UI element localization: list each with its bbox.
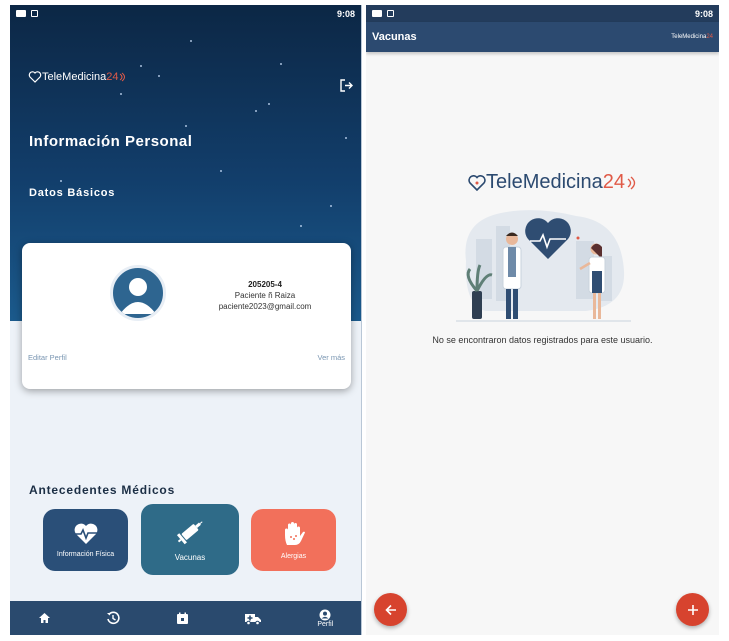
- section-title: Datos Básicos: [29, 187, 116, 199]
- logout-button[interactable]: [340, 79, 353, 97]
- physical-info-button[interactable]: Información Física: [43, 509, 128, 571]
- nav-ambulance[interactable]: [244, 612, 262, 625]
- ambulance-icon: [244, 613, 261, 625]
- see-more-link[interactable]: Ver más: [317, 353, 345, 362]
- status-time: 9:08: [694, 8, 713, 19]
- logout-icon: [340, 79, 353, 92]
- telemedicina-logo: TeleMedicina 24: [671, 34, 713, 40]
- nav-profile[interactable]: Perfil: [317, 609, 333, 628]
- telemedicina-logo-large: TeleMedicina 24: [468, 171, 639, 194]
- syringe-icon: [176, 521, 203, 545]
- allergy-hand-icon: [284, 521, 305, 545]
- screen-title: Vacunas: [372, 31, 417, 43]
- nav-history[interactable]: [106, 611, 120, 625]
- heart-stethoscope-icon: [28, 71, 42, 83]
- vaccines-button[interactable]: Vacunas: [141, 504, 239, 575]
- heart-stethoscope-icon: [468, 174, 486, 191]
- nav-home[interactable]: [38, 612, 51, 624]
- patient-id: 205205-4: [248, 280, 282, 289]
- page-title: Información Personal: [29, 133, 193, 150]
- heart-pulse-icon: [74, 523, 97, 544]
- vaccines-screen: 9:08 Vacunas TeleMedicina 24 TeleMedicina…: [366, 5, 719, 635]
- telemedicina-logo: TeleMedicina 24: [28, 71, 128, 83]
- empty-state-message: No se encontraron datos registrados para…: [432, 335, 653, 345]
- profile-card: 205205-4 Paciente ñ Raiza paciente2023@g…: [22, 243, 351, 389]
- nav-calendar[interactable]: [176, 612, 189, 625]
- history-icon: [107, 611, 120, 625]
- user-icon: [319, 609, 331, 620]
- signal-icon: [627, 175, 636, 190]
- avatar: [110, 265, 166, 321]
- add-vaccine-button[interactable]: [676, 593, 709, 626]
- status-time: 9:08: [336, 8, 355, 19]
- home-icon: [38, 613, 50, 623]
- status-bar: 9:08: [366, 5, 719, 22]
- arrow-left-icon: [384, 604, 396, 615]
- medical-history-title: Antecedentes Médicos: [29, 483, 176, 497]
- signal-icon: [120, 72, 126, 82]
- allergies-button[interactable]: Alergias: [251, 509, 336, 571]
- edit-profile-link[interactable]: Editar Perfil: [28, 353, 67, 362]
- calendar-icon: [176, 612, 188, 624]
- app-bar: Vacunas TeleMedicina 24: [366, 22, 719, 52]
- patient-email: paciente2023@gmail.com: [218, 302, 312, 311]
- doctors-illustration: [456, 210, 631, 322]
- back-button[interactable]: [374, 593, 407, 626]
- bottom-navigation: Perfil: [10, 601, 361, 635]
- profile-screen: 9:08 TeleMedicina 24 Información Personal…: [10, 5, 362, 635]
- status-bar: 9:08: [10, 5, 361, 22]
- plus-icon: [687, 604, 698, 615]
- user-avatar-icon: [120, 278, 156, 314]
- patient-name: Paciente ñ Raiza: [234, 291, 296, 300]
